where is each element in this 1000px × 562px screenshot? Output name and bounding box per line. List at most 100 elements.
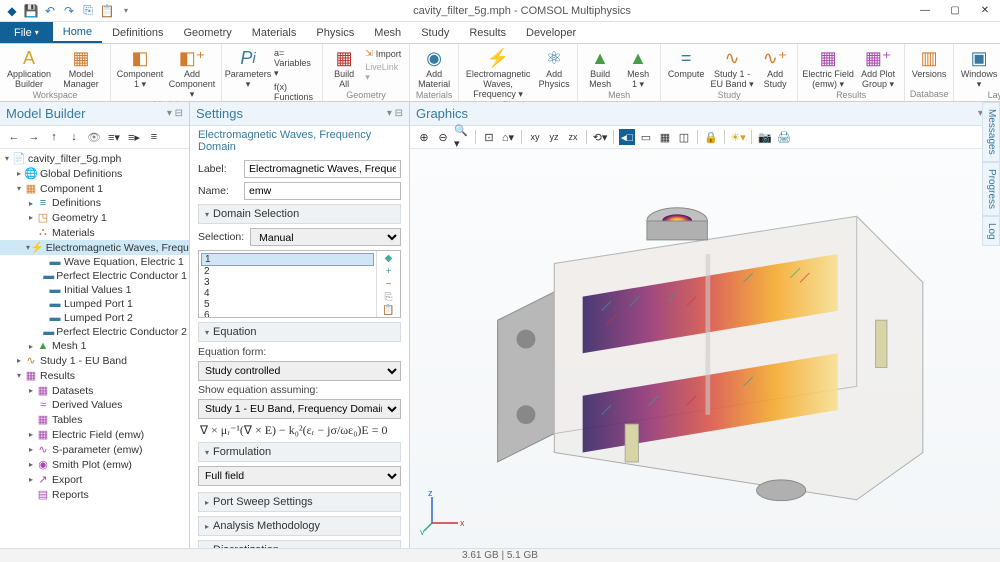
dom-activate-icon[interactable]: ◆ [385, 253, 393, 264]
nav-back-icon[interactable]: ← [6, 129, 22, 145]
redo-icon[interactable]: ↷ [61, 3, 77, 19]
name-input[interactable] [244, 182, 401, 200]
tree-node[interactable]: ⛬Materials [0, 225, 189, 240]
panel-detach-icon[interactable]: ▾ ⊟ [167, 108, 183, 119]
zoom-out-icon[interactable]: ⊖ [435, 129, 451, 145]
maximize-button[interactable]: ▢ [940, 0, 970, 22]
tree-toggle-icon[interactable]: ▸ [26, 475, 36, 484]
versions-button[interactable]: ▥Versions [909, 45, 949, 80]
eq-assume-select[interactable]: Study 1 - EU Band, Frequency Domain [198, 399, 401, 419]
tree-node[interactable]: ▸▲Mesh 1 [0, 339, 189, 353]
view-yz-icon[interactable]: yz [546, 129, 562, 145]
expand-icon[interactable]: ≡▸ [126, 129, 142, 145]
tree-node[interactable]: ▸∿Study 1 - EU Band [0, 353, 189, 368]
mesh-button[interactable]: ▲Mesh1 ▾ [620, 45, 656, 90]
tree-node[interactable]: ▬Wave Equation, Electric 1 [0, 255, 189, 269]
domain-item[interactable]: 2 [201, 266, 374, 277]
build-mesh-button[interactable]: ▲BuildMesh [582, 45, 618, 90]
add-physics-button[interactable]: ⚛AddPhysics [535, 45, 573, 90]
graphics-canvas[interactable]: x y z [410, 149, 1000, 548]
variables-button[interactable]: a= Variables ▾ [272, 47, 318, 80]
undo-icon[interactable]: ↶ [42, 3, 58, 19]
tree-toggle-icon[interactable]: ▾ [14, 371, 24, 380]
view-zx-icon[interactable]: zx [565, 129, 581, 145]
compute-button[interactable]: =Compute [665, 45, 707, 80]
screenshot-icon[interactable]: 📷 [757, 129, 773, 145]
tree-node[interactable]: ▬Initial Values 1 [0, 283, 189, 297]
domain-item[interactable]: 3 [201, 277, 374, 288]
rotate-icon[interactable]: ⟲▾ [592, 129, 608, 145]
domain-item[interactable]: 6 [201, 310, 374, 317]
panel-detach-icon[interactable]: ▾ ⊟ [387, 108, 403, 119]
parameters-button[interactable]: PiParameters▾ [226, 45, 270, 90]
tree-toggle-icon[interactable]: ▸ [14, 169, 24, 178]
domain-item[interactable]: 4 [201, 288, 374, 299]
domain-item[interactable]: 5 [201, 299, 374, 310]
tab-materials[interactable]: Materials [242, 22, 307, 43]
tree-toggle-icon[interactable]: ▸ [26, 430, 36, 439]
emw-button[interactable]: ⚡ElectromagneticWaves, Frequency ▾ [463, 45, 533, 100]
save-icon[interactable]: 💾 [23, 3, 39, 19]
tree-node[interactable]: ▦Tables [0, 412, 189, 427]
label-input[interactable] [244, 160, 401, 178]
tree-node[interactable]: ▸◉Smith Plot (emw) [0, 457, 189, 472]
tree-toggle-icon[interactable]: ▸ [26, 460, 36, 469]
minimize-button[interactable]: — [910, 0, 940, 22]
electric-field-button[interactable]: ▦Electric Field(emw) ▾ [802, 45, 854, 90]
tree-node[interactable]: ▬Perfect Electric Conductor 2 [0, 325, 189, 339]
tree-node[interactable]: ▬Lumped Port 2 [0, 311, 189, 325]
tree-node[interactable]: ▤Reports [0, 487, 189, 502]
tab-definitions[interactable]: Definitions [102, 22, 173, 43]
windows-button[interactable]: ▣Windows▾ [958, 45, 1000, 90]
messages-tab[interactable]: Messages [982, 102, 1000, 162]
scene-light-icon[interactable]: ☀▾ [730, 129, 746, 145]
domain-list[interactable]: 123456 [199, 251, 376, 317]
application-builder-button[interactable]: AApplicationBuilder [4, 45, 54, 90]
select-all-icon[interactable]: ▦ [657, 129, 673, 145]
formulation-select[interactable]: Full field [198, 466, 401, 486]
tree-node[interactable]: ▾📄cavity_filter_5g.mph [0, 151, 189, 166]
add-study-button[interactable]: ∿⁺AddStudy [757, 45, 793, 90]
add-material-button[interactable]: ◉AddMaterial [414, 45, 454, 90]
zoom-extents-icon[interactable]: ⊡ [481, 129, 497, 145]
tree-node[interactable]: ▸▦Datasets [0, 383, 189, 398]
tree-toggle-icon[interactable]: ▸ [26, 445, 36, 454]
collapse-icon[interactable]: ≡▾ [106, 129, 122, 145]
paste-icon[interactable]: 📋 [99, 3, 115, 19]
tree-node[interactable]: ▸▦Electric Field (emw) [0, 427, 189, 442]
selection-select[interactable]: Manual [250, 228, 401, 246]
print-icon[interactable]: 🖨 [776, 129, 792, 145]
port-sweep-header[interactable]: ▸Port Sweep Settings [198, 492, 401, 512]
file-tab[interactable]: File▾ [0, 22, 53, 43]
transparency-icon[interactable]: ◫ [676, 129, 692, 145]
tab-home[interactable]: Home [53, 22, 102, 43]
formulation-header[interactable]: ▾Formulation [198, 442, 401, 462]
nav-down-icon[interactable]: ↓ [66, 129, 82, 145]
dom-paste-icon[interactable]: 📋 [382, 305, 394, 316]
equation-header[interactable]: ▾Equation [198, 322, 401, 342]
nav-up-icon[interactable]: ↑ [46, 129, 62, 145]
add-plot-button[interactable]: ▦⁺Add PlotGroup ▾ [856, 45, 900, 90]
component-button[interactable]: ◧Component1 ▾ [115, 45, 165, 90]
tab-geometry[interactable]: Geometry [173, 22, 241, 43]
dom-remove-icon[interactable]: − [386, 279, 392, 290]
tree-node[interactable]: ▸↗Export [0, 472, 189, 487]
tree-toggle-icon[interactable]: ▾ [14, 184, 24, 193]
build-all-button[interactable]: ▦BuildAll [327, 45, 361, 90]
tab-study[interactable]: Study [411, 22, 459, 43]
copy-icon[interactable]: ⎘ [80, 3, 96, 19]
dom-copy-icon[interactable]: ⎘ [385, 292, 393, 303]
tree-toggle-icon[interactable]: ▾ [2, 154, 12, 163]
show-icon[interactable]: 👁 [86, 129, 102, 145]
tab-mesh[interactable]: Mesh [364, 22, 411, 43]
tree-toggle-icon[interactable]: ▸ [14, 356, 24, 365]
nav-fwd-icon[interactable]: → [26, 129, 42, 145]
model-manager-button[interactable]: ▦ModelManager [56, 45, 106, 90]
progress-tab[interactable]: Progress [982, 162, 1000, 216]
tab-developer[interactable]: Developer [516, 22, 586, 43]
tree-node[interactable]: ▾▦Results [0, 368, 189, 383]
select-box-icon[interactable]: ▭ [638, 129, 654, 145]
analysis-header[interactable]: ▸Analysis Methodology [198, 516, 401, 536]
log-tab[interactable]: Log [982, 216, 1000, 247]
go-default-icon[interactable]: ⌂▾ [500, 129, 516, 145]
